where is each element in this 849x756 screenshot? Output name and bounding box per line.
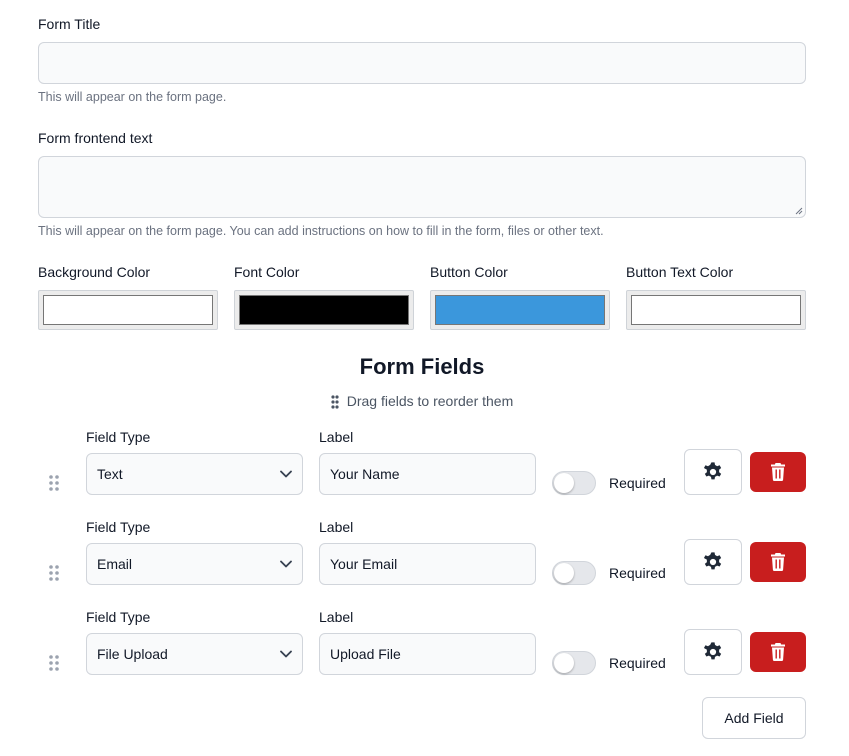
drag-hint-text: Drag fields to reorder them (346, 393, 514, 409)
toggle-knob (554, 653, 574, 673)
field-row: Field Type Label Text Required (0, 429, 849, 519)
delete-field-button[interactable] (750, 632, 806, 672)
form-title-input[interactable] (38, 42, 806, 84)
form-title-label: Form Title (38, 16, 101, 32)
required-label: Required (609, 655, 666, 671)
font-color-swatch (239, 295, 409, 325)
drag-handle-icon[interactable] (48, 474, 60, 492)
field-type-select[interactable]: Text (86, 453, 303, 495)
field-type-select[interactable]: Email (86, 543, 303, 585)
field-type-value: Text (97, 466, 123, 482)
frontend-text-help: This will appear on the form page. You c… (38, 224, 604, 238)
button-text-color-label: Button Text Color (626, 264, 734, 280)
frontend-text-label: Form frontend text (38, 130, 153, 146)
background-color-picker[interactable] (38, 290, 218, 330)
drag-handle-icon[interactable] (48, 564, 60, 582)
field-label-input[interactable] (319, 543, 536, 585)
font-color-picker[interactable] (234, 290, 414, 330)
button-color-swatch (435, 295, 605, 325)
resize-grip-icon[interactable] (795, 207, 803, 215)
field-label-label: Label (319, 609, 354, 625)
form-title-help: This will appear on the form page. (38, 90, 227, 104)
button-color-picker[interactable] (430, 290, 610, 330)
font-color-label: Font Color (234, 264, 300, 280)
chevron-down-icon (280, 560, 292, 568)
field-type-label: Field Type (86, 519, 151, 535)
field-type-label: Field Type (86, 429, 151, 445)
gear-icon (703, 462, 722, 480)
field-type-value: File Upload (97, 646, 168, 662)
field-label-input[interactable] (319, 633, 536, 675)
background-color-swatch (43, 295, 213, 325)
drag-hint: Drag fields to reorder them (0, 393, 844, 409)
drag-handle-icon[interactable] (48, 654, 60, 672)
required-toggle[interactable] (552, 651, 596, 675)
form-fields-title: Form Fields (359, 354, 485, 379)
button-text-color-swatch (631, 295, 801, 325)
delete-field-button[interactable] (750, 452, 806, 492)
field-row: Field Type Label Email Required (0, 519, 849, 609)
frontend-text-textarea[interactable] (38, 156, 806, 218)
grip-dots-icon (331, 395, 339, 409)
chevron-down-icon (280, 470, 292, 478)
field-settings-button[interactable] (684, 539, 742, 585)
field-type-select[interactable]: File Upload (86, 633, 303, 675)
button-text-color-picker[interactable] (626, 290, 806, 330)
required-toggle[interactable] (552, 471, 596, 495)
required-label: Required (609, 565, 666, 581)
toggle-knob (554, 563, 574, 583)
field-type-label: Field Type (86, 609, 151, 625)
field-settings-button[interactable] (684, 629, 742, 675)
required-label: Required (609, 475, 666, 491)
field-type-value: Email (97, 556, 133, 572)
field-settings-button[interactable] (684, 449, 742, 495)
field-label-label: Label (319, 429, 354, 445)
required-toggle[interactable] (552, 561, 596, 585)
trash-icon (771, 643, 785, 661)
button-color-label: Button Color (430, 264, 508, 280)
gear-icon (703, 552, 722, 570)
field-label-input[interactable] (319, 453, 536, 495)
trash-icon (771, 463, 785, 481)
trash-icon (771, 553, 785, 571)
field-label-label: Label (319, 519, 354, 535)
toggle-knob (554, 473, 574, 493)
add-field-button[interactable]: Add Field (702, 697, 806, 739)
field-row: Field Type Label File Upload Required (0, 609, 849, 699)
background-color-label: Background Color (38, 264, 151, 280)
chevron-down-icon (280, 650, 292, 658)
delete-field-button[interactable] (750, 542, 806, 582)
gear-icon (703, 642, 722, 660)
